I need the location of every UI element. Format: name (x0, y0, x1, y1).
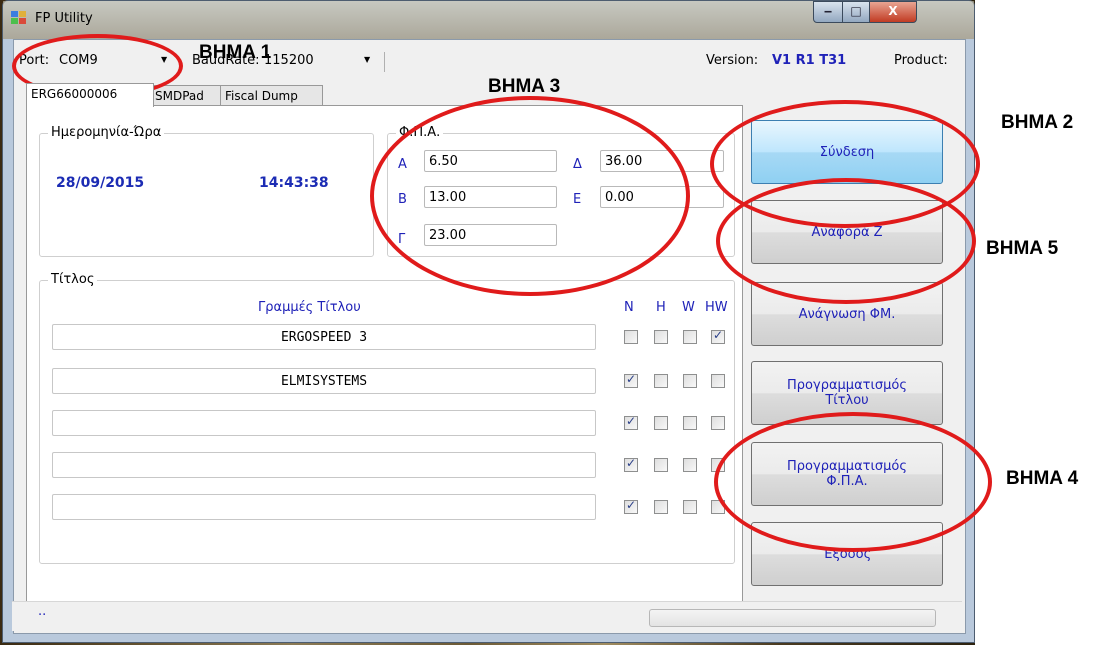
checkbox-n-line-5[interactable] (624, 498, 638, 514)
title-line-5[interactable] (52, 494, 596, 520)
checkbox-h-line-1[interactable] (654, 330, 668, 344)
title-line-4[interactable] (52, 452, 596, 478)
window-title: FP Utility (35, 11, 93, 26)
step1-label: BHMA 1 (199, 42, 272, 63)
progress-bar (649, 609, 936, 627)
flag-header-hw: HW (705, 300, 728, 315)
step4-label: BHMA 4 (1006, 468, 1079, 489)
checkbox-h-line-2[interactable] (654, 374, 668, 388)
program-title-label-1: Προγραμματισμός (787, 378, 907, 393)
checkbox-w-line-1[interactable] (683, 330, 697, 344)
fm-read-button-label: Ανάγνωση ΦΜ. (798, 306, 896, 322)
toolbar-separator (384, 52, 385, 72)
checkbox-h-line-4[interactable] (654, 458, 668, 472)
step3-highlight-ellipse (370, 96, 690, 296)
title-line-1[interactable]: ERGOSPEED 3 (52, 324, 596, 350)
checkbox-hw-line-1[interactable] (711, 328, 725, 344)
close-button[interactable]: X (869, 1, 917, 23)
datetime-group-title: Ημερομηνία-Ώρα (48, 125, 165, 140)
step5-highlight-ellipse (716, 178, 976, 304)
status-bar: .. (12, 601, 962, 631)
baudrate-select[interactable]: 115200 ▼ (264, 51, 374, 71)
checkbox-n-line-2[interactable] (624, 372, 638, 388)
baudrate-value: 115200 (264, 53, 314, 68)
tab-smdpad[interactable]: SMDPad (150, 85, 226, 106)
step3-label: BHMA 3 (488, 76, 561, 97)
maximize-button[interactable]: □ (842, 1, 870, 23)
title-line-2[interactable]: ELMISYSTEMS (52, 368, 596, 394)
step5-label: BHMA 5 (986, 238, 1059, 259)
minimize-button[interactable]: ‒ (813, 1, 843, 23)
checkbox-n-line-3[interactable] (624, 414, 638, 430)
title-line-3[interactable] (52, 410, 596, 436)
checkbox-n-line-4[interactable] (624, 456, 638, 472)
chevron-down-icon: ▼ (364, 55, 371, 64)
checkbox-h-line-3[interactable] (654, 416, 668, 430)
time-value: 14:43:38 (259, 175, 329, 191)
step2-label: BHMA 2 (1001, 112, 1074, 133)
step4-highlight-ellipse (714, 412, 992, 552)
tab-device[interactable]: ERG66000006 (26, 83, 154, 107)
title-bar[interactable]: FP Utility ‒ □ X (3, 1, 974, 39)
app-icon (11, 11, 27, 25)
flag-header-h: H (656, 300, 666, 315)
flag-header-n: N (624, 300, 634, 315)
datetime-group: Ημερομηνία-Ώρα (39, 125, 374, 257)
checkbox-w-line-2[interactable] (683, 374, 697, 388)
title-group-title: Τίτλος (48, 272, 98, 287)
checkbox-h-line-5[interactable] (654, 500, 668, 514)
version-value: V1 R1 T31 (772, 53, 847, 68)
checkbox-hw-line-2[interactable] (711, 374, 725, 388)
checkbox-w-line-5[interactable] (683, 500, 697, 514)
program-title-label-2: Τίτλου (825, 393, 869, 408)
flag-header-w: W (682, 300, 695, 315)
tab-fiscal-dump[interactable]: Fiscal Dump (220, 85, 323, 106)
version-label: Version: (706, 53, 759, 68)
checkbox-w-line-3[interactable] (683, 416, 697, 430)
checkbox-n-line-1[interactable] (624, 330, 638, 344)
title-lines-header: Γραμμές Τίτλου (258, 300, 361, 315)
product-label: Product: (894, 53, 948, 68)
checkbox-w-line-4[interactable] (683, 458, 697, 472)
status-text: .. (38, 604, 47, 619)
date-value: 28/09/2015 (56, 175, 145, 191)
checkbox-hw-line-3[interactable] (711, 416, 725, 430)
